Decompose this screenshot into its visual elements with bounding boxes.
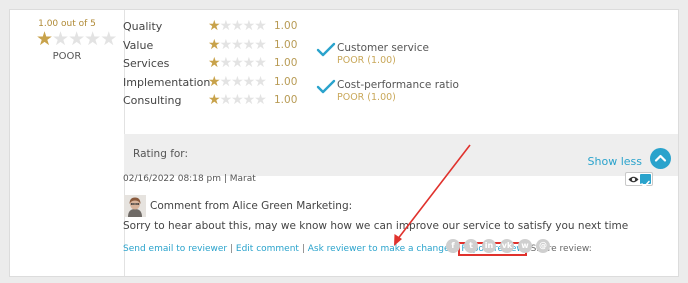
metric-value: 1.00 bbox=[274, 20, 298, 32]
email-icon[interactable]: @ bbox=[536, 239, 550, 253]
metric-name: Services bbox=[123, 57, 170, 70]
metric-stars: ★★★★★ bbox=[208, 36, 267, 53]
edit-comment-link[interactable]: Edit comment bbox=[236, 244, 299, 254]
vk-icon[interactable]: vk bbox=[500, 239, 514, 253]
separator: | bbox=[301, 244, 305, 254]
rating-for-label: Rating for: bbox=[133, 148, 188, 160]
metric-stars: ★★★★★ bbox=[208, 73, 267, 90]
collapse-toggle-button[interactable] bbox=[650, 148, 671, 169]
star-icon: ★ bbox=[100, 28, 117, 50]
star-icon: ★ bbox=[68, 28, 85, 50]
metric-stars: ★★★★★ bbox=[208, 92, 267, 108]
show-less-link[interactable]: Show less bbox=[588, 155, 642, 168]
overall-stars: ★★★★★ bbox=[36, 28, 117, 50]
summary-title: Customer service bbox=[337, 42, 429, 54]
rating-band: Rating for: Show less bbox=[124, 134, 678, 176]
review-meta: 02/16/2022 08:18 pm | Marat bbox=[123, 174, 256, 184]
summary-title: Cost-performance ratio bbox=[337, 79, 459, 91]
send-email-link[interactable]: Send email to reviewer bbox=[123, 244, 227, 254]
visibility-control[interactable] bbox=[625, 172, 653, 188]
check-icon bbox=[316, 79, 336, 94]
metric-stars: ★★★★★ bbox=[208, 18, 267, 34]
metric-stars: ★★★★★ bbox=[208, 55, 267, 71]
chevron-up-icon bbox=[654, 154, 667, 162]
metric-value: 1.00 bbox=[274, 94, 298, 106]
overall-rating-panel: 1.00 out of 5 ★★★★★ POOR bbox=[10, 10, 125, 276]
star-icon: ★ bbox=[52, 28, 69, 50]
metric-name: Quality bbox=[123, 20, 163, 33]
eye-icon[interactable] bbox=[628, 175, 639, 184]
linkedin-icon[interactable]: in bbox=[482, 239, 496, 253]
metric-value: 1.00 bbox=[274, 57, 298, 69]
star-icon: ★ bbox=[36, 28, 53, 50]
metric-name: Implementation bbox=[123, 75, 211, 89]
whatsapp-icon[interactable]: w bbox=[518, 239, 532, 253]
summary-detail: POOR (1.00) bbox=[337, 92, 396, 103]
summary-detail: POOR (1.00) bbox=[337, 55, 396, 66]
metric-value: 1.00 bbox=[274, 75, 298, 88]
comment-text: Sorry to hear about this, may we know ho… bbox=[123, 220, 629, 232]
overall-label: POOR bbox=[52, 51, 82, 62]
metric-value: 1.00 bbox=[274, 38, 298, 51]
twitter-icon[interactable]: t bbox=[464, 239, 478, 253]
metric-name: Consulting bbox=[123, 94, 182, 107]
comment-author: Comment from Alice Green Marketing: bbox=[150, 200, 353, 212]
check-icon bbox=[316, 42, 336, 57]
ask-change-link[interactable]: Ask reviewer to make a change bbox=[308, 244, 450, 254]
visible-checkbox[interactable] bbox=[640, 174, 651, 188]
avatar bbox=[124, 195, 146, 217]
facebook-icon[interactable]: f bbox=[446, 239, 460, 253]
separator: | bbox=[229, 244, 234, 254]
metric-name: Value bbox=[123, 38, 154, 52]
checkmark-icon bbox=[641, 180, 650, 188]
star-icon: ★ bbox=[84, 28, 101, 50]
person-avatar-icon bbox=[124, 195, 146, 217]
